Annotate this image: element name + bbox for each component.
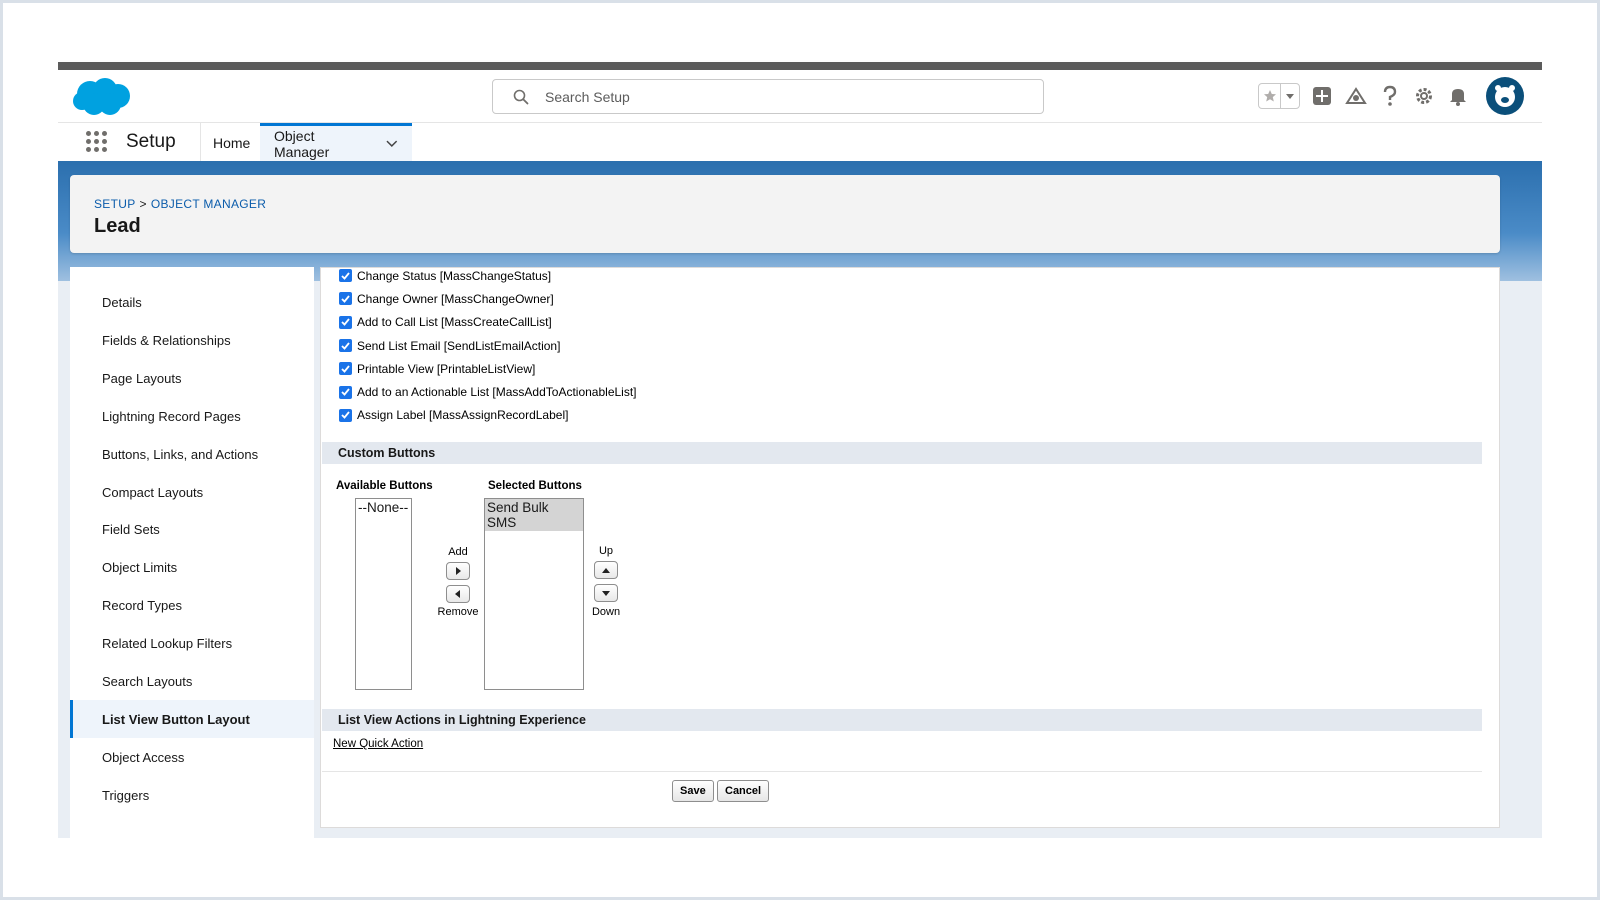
list-item: Send List Email [SendListEmailAction] <box>339 334 637 357</box>
save-button[interactable]: Save <box>672 780 714 802</box>
bell-icon[interactable] <box>1446 84 1470 108</box>
list-item: Assign Label [MassAssignRecordLabel] <box>339 404 637 427</box>
list-item: Change Owner [MassChangeOwner] <box>339 287 637 310</box>
chevron-right-icon <box>456 567 461 575</box>
sidebar-item-related-lookup-filters[interactable]: Related Lookup Filters <box>70 624 314 662</box>
add-label: Add <box>448 546 468 558</box>
chevron-up-icon <box>602 567 610 573</box>
header-utility-icons <box>1258 76 1524 116</box>
sidebar-item-buttons-links-actions[interactable]: Buttons, Links, and Actions <box>70 435 314 473</box>
list-item[interactable]: Send Bulk SMS <box>485 499 583 531</box>
selected-buttons-label: Selected Buttons <box>488 480 582 492</box>
checkbox[interactable] <box>339 408 352 422</box>
sidebar-item-fields-relationships[interactable]: Fields & Relationships <box>70 321 314 359</box>
sidebar-item-search-layouts[interactable]: Search Layouts <box>70 662 314 700</box>
list-view-button-layout-panel: Change Status [MassChangeStatus] Change … <box>320 267 1500 828</box>
favorites-control[interactable] <box>1258 83 1300 109</box>
remove-button[interactable] <box>446 585 470 603</box>
search-input[interactable] <box>545 88 985 105</box>
checkbox-label: Add to an Actionable List [MassAddToActi… <box>357 385 637 400</box>
checkbox[interactable] <box>339 292 352 306</box>
sidebar-item-record-types[interactable]: Record Types <box>70 586 314 624</box>
footer-divider <box>322 771 1482 772</box>
standard-buttons-list: Change Status [MassChangeStatus] Change … <box>339 264 637 427</box>
list-item: Add to Call List [MassCreateCallList] <box>339 311 637 334</box>
sidebar-item-object-limits[interactable]: Object Limits <box>70 548 314 586</box>
list-item[interactable]: --None-- <box>356 499 411 516</box>
available-buttons-listbox[interactable]: --None-- <box>355 498 412 690</box>
sidebar-item-details[interactable]: Details <box>70 283 314 321</box>
tab-object-manager[interactable]: Object Manager <box>260 123 412 162</box>
help-icon[interactable] <box>1378 84 1402 108</box>
chevron-down-icon <box>602 590 610 596</box>
down-label: Down <box>591 606 621 618</box>
global-header <box>58 70 1542 122</box>
search-icon <box>513 89 529 104</box>
available-buttons-label: Available Buttons <box>336 480 433 492</box>
star-icon[interactable] <box>1259 84 1281 108</box>
checkbox-label: Change Status [MassChangeStatus] <box>357 268 552 283</box>
checkbox[interactable] <box>339 315 352 329</box>
breadcrumb-separator: > <box>139 197 147 211</box>
sidebar-item-field-sets[interactable]: Field Sets <box>70 510 314 548</box>
search-setup-box[interactable] <box>492 79 1044 114</box>
checkbox-label: Printable View [PrintableListView] <box>357 361 536 376</box>
checkbox-label: Change Owner [MassChangeOwner] <box>357 291 554 306</box>
add-button[interactable] <box>446 562 470 580</box>
remove-label: Remove <box>437 606 479 618</box>
checkbox[interactable] <box>339 362 352 376</box>
move-up-button[interactable] <box>594 561 618 579</box>
sidebar-item-page-layouts[interactable]: Page Layouts <box>70 359 314 397</box>
tab-home[interactable]: Home <box>200 123 262 162</box>
list-item: Add to an Actionable List [MassAddToActi… <box>339 380 637 403</box>
cancel-button[interactable]: Cancel <box>717 780 770 802</box>
page-title: Lead <box>94 215 141 237</box>
breadcrumb-setup-link[interactable]: SETUP <box>94 197 136 211</box>
breadcrumb-object-manager-link[interactable]: OBJECT MANAGER <box>151 197 266 211</box>
list-item: Change Status [MassChangeStatus] <box>339 264 637 287</box>
chevron-down-icon[interactable] <box>386 140 398 148</box>
sidebar-item-triggers[interactable]: Triggers <box>70 776 314 814</box>
add-icon[interactable] <box>1310 84 1334 108</box>
checkbox-label: Send List Email [SendListEmailAction] <box>357 338 561 353</box>
trailhead-icon[interactable] <box>1344 84 1368 108</box>
checkbox-label: Assign Label [MassAssignRecordLabel] <box>357 408 569 423</box>
breadcrumb: SETUP > OBJECT MANAGER <box>94 197 266 211</box>
lightning-actions-section-header: List View Actions in Lightning Experienc… <box>322 709 1482 731</box>
selected-buttons-listbox[interactable]: Send Bulk SMS <box>484 498 584 690</box>
sidebar-item-compact-layouts[interactable]: Compact Layouts <box>70 473 314 511</box>
salesforce-setup-app: Setup Home Object Manager SETUP> OBJECT M… <box>58 62 1542 838</box>
page-header: SETUP > OBJECT MANAGER Lead <box>70 175 1500 253</box>
tab-object-manager-label: Object Manager <box>274 128 330 160</box>
top-stripe <box>58 62 1542 70</box>
salesforce-logo-icon[interactable] <box>72 76 134 118</box>
custom-buttons-section-header: Custom Buttons <box>322 442 1482 464</box>
object-sidebar: Details Fields & Relationships Page Layo… <box>70 267 314 838</box>
move-down-button[interactable] <box>594 584 618 602</box>
list-item: Printable View [PrintableListView] <box>339 357 637 380</box>
sidebar-item-list-view-button-layout[interactable]: List View Button Layout <box>70 700 314 738</box>
sidebar-item-lightning-record-pages[interactable]: Lightning Record Pages <box>70 397 314 435</box>
app-launcher-icon[interactable] <box>86 131 108 153</box>
gear-icon[interactable] <box>1412 84 1436 108</box>
chevron-left-icon <box>455 590 460 598</box>
checkbox[interactable] <box>339 385 352 399</box>
checkbox[interactable] <box>339 269 352 283</box>
sidebar-item-object-access[interactable]: Object Access <box>70 738 314 776</box>
new-quick-action-link[interactable]: New Quick Action <box>333 738 423 750</box>
app-name: Setup <box>126 131 176 152</box>
checkbox-label: Add to Call List [MassCreateCallList] <box>357 315 552 330</box>
checkbox[interactable] <box>339 339 352 353</box>
app-navigation-bar: Setup Home Object Manager <box>58 122 1542 162</box>
chevron-down-icon[interactable] <box>1281 84 1299 108</box>
user-avatar[interactable] <box>1486 77 1524 115</box>
up-label: Up <box>598 545 614 557</box>
